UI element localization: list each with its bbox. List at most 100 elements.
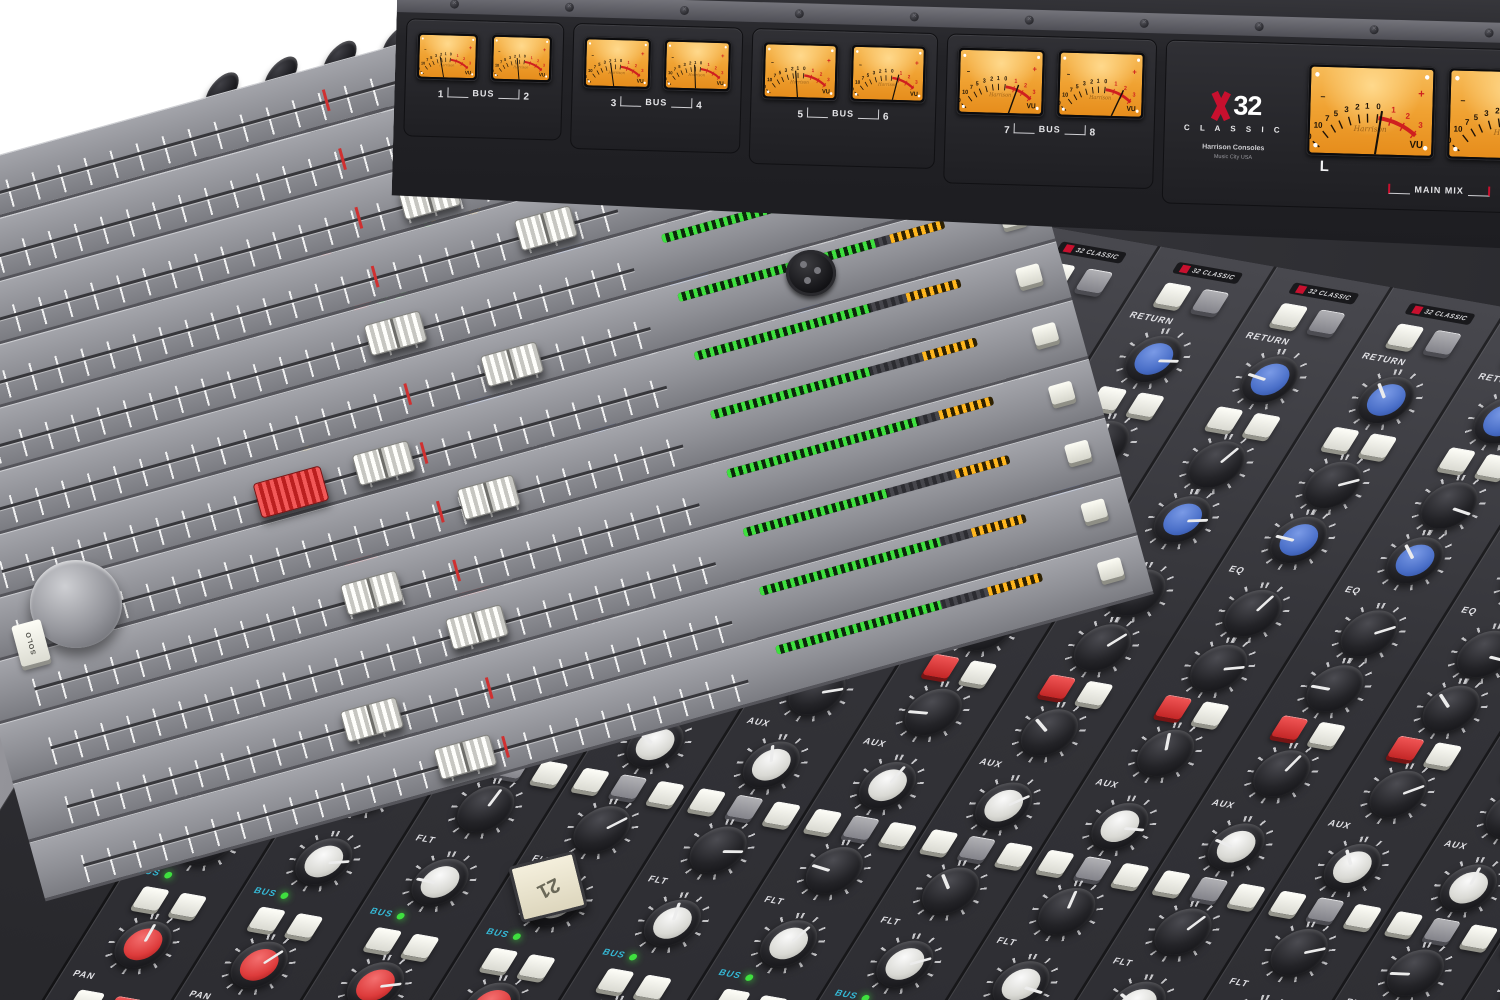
knob-black[interactable] [1214, 586, 1292, 640]
white-button[interactable] [1269, 890, 1308, 916]
knob-blue[interactable] [1144, 492, 1222, 546]
gray-button[interactable] [1423, 917, 1462, 943]
white-button[interactable] [1270, 303, 1309, 329]
knob-black[interactable] [1493, 966, 1500, 1000]
white-button[interactable] [1475, 454, 1500, 480]
channel-button[interactable] [1064, 439, 1092, 464]
svg-text:1: 1 [531, 56, 534, 60]
svg-text:0: 0 [700, 60, 703, 65]
white-button[interactable] [1385, 911, 1424, 937]
svg-text:Harrison: Harrison [512, 65, 529, 70]
knob-black[interactable] [1243, 746, 1321, 800]
knob-white[interactable] [1430, 860, 1500, 914]
knob-black[interactable] [1475, 787, 1500, 841]
screw-icon [1369, 25, 1378, 34]
fader-cap[interactable] [339, 697, 403, 743]
channel-button[interactable] [1048, 380, 1076, 405]
svg-text:10: 10 [962, 90, 968, 96]
gray-button[interactable] [1191, 289, 1230, 315]
svg-text:3: 3 [1032, 89, 1035, 95]
white-button[interactable] [1386, 323, 1425, 349]
svg-text:+: + [469, 45, 472, 51]
fader-cap[interactable] [513, 205, 577, 251]
knob-black[interactable] [1294, 458, 1372, 512]
button-row [1153, 870, 1267, 909]
gray-button[interactable] [1075, 268, 1114, 294]
svg-text:7: 7 [426, 58, 428, 62]
button-row [1322, 426, 1398, 458]
white-button[interactable] [1344, 904, 1383, 930]
fader-cap[interactable] [363, 310, 427, 356]
channel-button[interactable] [1096, 557, 1124, 582]
fader-cap[interactable] [445, 604, 509, 650]
knob-blue[interactable] [1376, 533, 1454, 587]
svg-text:−: − [498, 49, 501, 54]
knob-blue[interactable] [1347, 373, 1425, 427]
white-button[interactable] [1308, 722, 1347, 748]
knob-black[interactable] [1144, 905, 1222, 959]
knob-black[interactable] [1447, 627, 1500, 681]
knob-black[interactable] [1180, 641, 1258, 695]
knob-blue[interactable] [1115, 332, 1193, 386]
knob-black[interactable] [1410, 478, 1488, 532]
fader-cap[interactable] [340, 570, 404, 616]
white-button[interactable] [1153, 870, 1192, 896]
gray-button[interactable] [1306, 897, 1345, 923]
svg-text:0: 0 [1004, 76, 1007, 82]
white-button[interactable] [1438, 447, 1477, 473]
knob-blue[interactable] [1231, 352, 1309, 406]
white-button[interactable] [1424, 742, 1463, 768]
svg-text:2: 2 [990, 76, 993, 82]
knob-black[interactable] [1412, 682, 1490, 736]
gray-button[interactable] [1424, 330, 1463, 356]
bus-led [860, 994, 871, 1000]
knob-black[interactable] [1178, 437, 1256, 491]
knob-blue[interactable] [1464, 393, 1500, 447]
gray-button[interactable] [1307, 309, 1346, 335]
svg-text:2: 2 [537, 59, 539, 63]
white-button[interactable] [750, 995, 789, 1000]
vu-meter-main-r: 2010753210123−+HarrisonVU [1446, 67, 1500, 163]
white-button[interactable] [1322, 426, 1361, 452]
channel-button[interactable] [1031, 322, 1059, 347]
channel-button[interactable] [1015, 263, 1043, 288]
fader-cap[interactable] [479, 341, 543, 387]
svg-text:2: 2 [791, 66, 794, 72]
knob-white[interactable] [1313, 840, 1391, 894]
red-button[interactable] [1387, 735, 1426, 761]
svg-text:Harrison: Harrison [988, 92, 1011, 99]
knob-white[interactable] [982, 957, 1060, 1000]
knob-black[interactable] [1377, 946, 1455, 1000]
svg-text:0: 0 [803, 66, 806, 72]
svg-text:+: + [915, 60, 919, 67]
bus-meter-panel-3-4: 2010753210123−+HarrisonVU 2010753210123−… [570, 23, 743, 154]
knob-blue[interactable] [1260, 513, 1338, 567]
white-button[interactable] [1243, 413, 1282, 439]
fader-cap[interactable] [352, 440, 416, 486]
gray-button[interactable] [1190, 876, 1229, 902]
white-button[interactable] [1192, 701, 1231, 727]
knob-black[interactable] [1296, 661, 1374, 715]
svg-text:1: 1 [1014, 79, 1017, 85]
svg-text:0: 0 [1104, 79, 1107, 85]
white-button[interactable] [1205, 406, 1244, 432]
svg-text:20: 20 [765, 84, 767, 90]
knob-white[interactable] [1098, 978, 1176, 1000]
white-button[interactable] [1228, 883, 1267, 909]
white-button[interactable] [1154, 282, 1193, 308]
red-button[interactable] [1270, 715, 1309, 741]
svg-text:2: 2 [1024, 83, 1027, 89]
fader-cap[interactable] [433, 734, 497, 780]
knob-black[interactable] [1330, 606, 1408, 660]
knob-black[interactable] [1359, 767, 1437, 821]
svg-text:1: 1 [457, 54, 460, 58]
channel-button[interactable] [1080, 498, 1108, 523]
white-button[interactable] [1127, 392, 1166, 418]
fader-cap[interactable] [457, 474, 521, 520]
knob-black[interactable] [1260, 925, 1338, 979]
main-mix-panel: 32 C L A S S I C Harrison Consoles Music… [1162, 39, 1500, 215]
white-button[interactable] [1460, 924, 1499, 950]
white-button[interactable] [1359, 433, 1398, 459]
knob-blue[interactable] [1492, 554, 1500, 608]
red-diamond-icon [1062, 244, 1074, 253]
